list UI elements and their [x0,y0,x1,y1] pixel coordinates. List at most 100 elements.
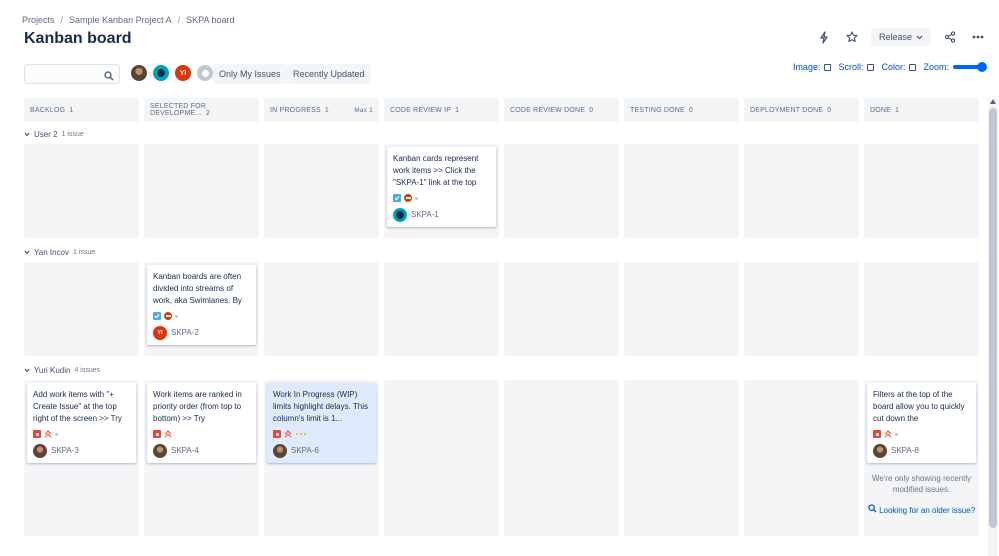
header-actions: Release [815,28,987,46]
board-cell [144,144,259,238]
release-button[interactable]: Release [870,28,931,46]
priority-highest-icon [164,430,172,438]
issue-key-link[interactable]: SKPA-1 [411,209,439,221]
issue-card-skpa-6[interactable]: Work In Progress (WIP) limits highlight … [267,383,376,463]
issue-key-link[interactable]: SKPA-6 [291,445,319,457]
swimlane-header-yuri-kudin[interactable]: Yuri Kudin 4 issues [24,364,980,376]
swimlane-header-yan-incov[interactable]: Yan Incov 1 issue [24,246,980,258]
card-summary: Filters at the top of the board allow yo… [873,390,965,423]
assignee-filter-avatars: YI [129,63,215,83]
image-checkbox[interactable] [824,63,832,71]
card-footer: SKPA-8 [873,444,970,458]
priority-highest-icon [884,430,892,438]
issue-key-link[interactable]: SKPA-4 [171,445,199,457]
card-icons [153,429,250,439]
column-header-done: DONE 1 [864,98,979,122]
older-issues-text: Looking for an older issue? [879,506,976,515]
issue-card-skpa-8[interactable]: Filters at the top of the board allow yo… [867,383,976,463]
recently-updated-button[interactable]: Recently Updated [287,64,371,84]
card-summary: Work In Progress (WIP) limits highlight … [273,390,369,423]
board-cell [864,262,979,356]
swimlane-name: User 2 [34,129,58,139]
board-cell [384,262,499,356]
scroll-toggle-label: Scroll: [838,62,864,72]
scroll-checkbox[interactable] [867,63,875,71]
priority-blocker-icon [404,194,412,202]
swimlane-row: Add work items with "+ Create Issue" at … [24,380,980,536]
more-icon[interactable] [969,28,987,46]
older-issues-link[interactable]: Looking for an older issue? [867,504,976,516]
issue-card-skpa-3[interactable]: Add work items with "+ Create Issue" at … [27,383,136,463]
breadcrumb: Projects / Sample Kanban Project A / SKP… [22,15,235,25]
board-cell [264,262,379,356]
scrollbar-thumb[interactable] [989,108,997,528]
bug-type-icon [153,430,161,438]
issue-card-skpa-1[interactable]: Kanban cards represent work items >> Cli… [387,147,496,227]
card-summary: Kanban cards represent work items >> Cli… [393,154,479,187]
swimlane-count: 1 issue [61,130,84,138]
avatar [873,444,887,458]
chevron-down-icon [24,250,30,254]
swimlane-row: Kanban cards represent work items >> Cli… [24,144,980,238]
avatar-yuri[interactable] [129,63,149,83]
zoom-slider[interactable] [953,62,987,72]
board-cell [504,144,619,238]
search-input[interactable] [24,64,120,84]
board-cell [744,380,859,536]
card-summary: Work items are ranked in priority order … [153,390,242,423]
card-icons [273,429,370,439]
avatar-yan[interactable]: YI [173,63,193,83]
chevron-down-icon [24,368,30,372]
vertical-scrollbar[interactable] [988,98,998,556]
image-toggle-label: Image: [792,62,821,72]
board-cell: Kanban cards represent work items >> Cli… [384,144,499,238]
lightning-icon[interactable] [815,28,833,46]
board-cell [504,380,619,536]
column-header-in-progress: IN PROGRESS 1 Max 1 [264,98,379,122]
issue-key-link[interactable]: SKPA-3 [51,445,79,457]
swimlane-name: Yan Incov [34,247,69,257]
search-icon [868,504,877,513]
issue-key-link[interactable]: SKPA-2 [171,327,199,339]
scroll-up-icon[interactable] [990,99,996,104]
card-icons [393,193,490,203]
avatar-user2[interactable] [151,63,171,83]
column-header-code-review-done: CODE REVIEW DONE 0 [504,98,619,122]
column-header-selected: SELECTED FOR DEVELOPME... 2 [144,98,259,122]
board-cell [624,262,739,356]
issue-card-skpa-2[interactable]: Kanban boards are often divided into str… [147,265,256,345]
board-cell [624,380,739,536]
column-headers: BACKLOG 1 SELECTED FOR DEVELOPME... 2 IN P… [24,98,980,122]
issue-key-link[interactable]: SKPA-8 [891,445,919,457]
avatar [273,444,287,458]
card-footer: SKPA-4 [153,444,250,458]
bug-type-icon [273,430,281,438]
swimlane-name: Yuri Kudin [34,365,71,375]
estimate-dot-icon [175,314,178,318]
bug-type-icon [873,430,881,438]
card-footer: SKPA-1 [393,208,490,222]
swimlane-header-user2[interactable]: User 2 1 issue [24,128,980,140]
avatar-unassigned[interactable] [195,63,215,83]
chevron-down-icon [916,35,923,39]
recent-issues-note: We're only showing recently modified iss… [871,474,972,494]
share-icon[interactable] [941,28,959,46]
only-my-issues-button[interactable]: Only My Issues [213,64,287,84]
task-type-icon [153,312,161,320]
color-checkbox[interactable] [909,63,917,71]
issue-card-skpa-4[interactable]: Work items are ranked in priority order … [147,383,256,463]
breadcrumb-board[interactable]: SKPA board [186,15,234,25]
board-cell: Work In Progress (WIP) limits highlight … [264,380,379,536]
breadcrumb-projects[interactable]: Projects [22,15,55,25]
kanban-board: BACKLOG 1 SELECTED FOR DEVELOPME... 2 IN P… [24,98,980,536]
swimlane-count: 1 issue [72,248,96,256]
star-icon[interactable] [843,28,861,46]
release-label: Release [878,32,912,42]
estimate-dot-icon [415,196,418,200]
card-icons [153,311,250,321]
card-footer: SKPA-3 [33,444,130,458]
board-cell [24,262,139,356]
breadcrumb-project[interactable]: Sample Kanban Project A [69,15,172,25]
page-title: Kanban board [24,30,132,47]
priority-highest-icon [284,430,292,438]
